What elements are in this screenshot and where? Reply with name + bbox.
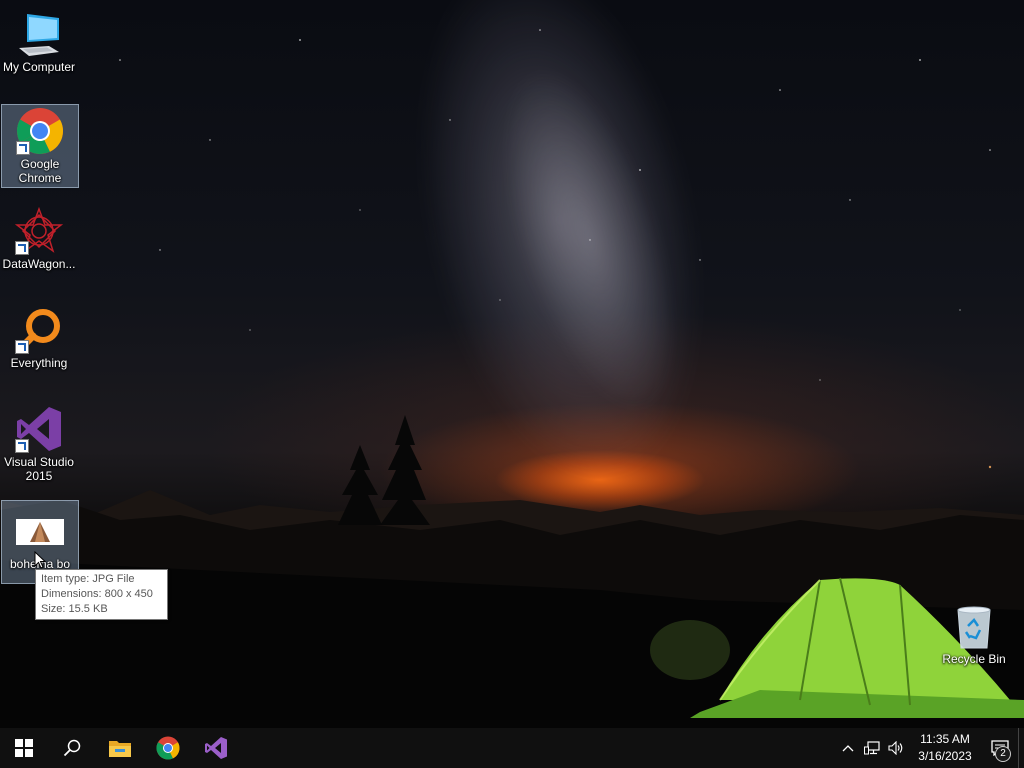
desktop-icon-recycle-bin[interactable]: Recycle Bin [936, 598, 1012, 668]
desktop-icon-label: Everything [10, 356, 68, 370]
network-icon [864, 741, 880, 755]
taskbar-chrome[interactable] [144, 728, 192, 768]
desktop-icon-visual-studio-2015[interactable]: Visual Studio 2015 [1, 401, 77, 485]
desktop-icon-label: Visual Studio 2015 [4, 455, 74, 483]
desktop-icon-label: My Computer [2, 60, 76, 74]
clock[interactable]: 11:35 AM 3/16/2023 [914, 731, 976, 765]
visual-studio-icon [15, 405, 63, 453]
desktop-icon-everything[interactable]: Everything [1, 302, 77, 372]
taskbar-visual-studio[interactable] [192, 728, 240, 768]
search-icon [63, 739, 81, 757]
system-tray: 11:35 AM 3/16/2023 2 [836, 728, 1024, 768]
notification-count-badge: 2 [995, 746, 1011, 762]
shortcut-arrow-icon [15, 340, 29, 354]
mouse-cursor-icon [34, 551, 46, 569]
network-button[interactable] [860, 728, 884, 768]
jpg-thumbnail-icon [16, 519, 64, 545]
desktop-icon-label: DataWagon... [2, 257, 76, 271]
desktop-icon-label: Google Chrome [18, 157, 62, 185]
desktop-icon-google-chrome[interactable]: Google Chrome [1, 104, 79, 188]
start-button[interactable] [0, 728, 48, 768]
shortcut-arrow-icon [16, 141, 30, 155]
file-explorer-icon [109, 741, 131, 757]
everything-search-icon [15, 306, 63, 354]
search-button[interactable] [48, 728, 96, 768]
datawagon-icon [14, 206, 64, 255]
file-info-tooltip: Item type: JPG File Dimensions: 800 x 45… [35, 569, 168, 620]
shortcut-arrow-icon [15, 439, 29, 453]
tooltip-dimensions: Dimensions: 800 x 450 [41, 588, 153, 600]
clock-date: 3/16/2023 [918, 749, 972, 763]
desktop-icon-my-computer[interactable]: My Computer [1, 6, 77, 76]
shortcut-arrow-icon [15, 241, 29, 255]
desktop-icon-datawagon[interactable]: DataWagon... [1, 203, 77, 273]
show-desktop-button[interactable] [1018, 728, 1024, 768]
action-center-button[interactable]: 2 [982, 728, 1018, 768]
visual-studio-icon [205, 737, 227, 759]
taskbar-file-explorer[interactable] [96, 728, 144, 768]
chrome-icon [16, 107, 64, 155]
chevron-up-icon [842, 745, 854, 752]
show-hidden-icons-button[interactable] [836, 728, 860, 768]
desktop-icon-label: Recycle Bin [942, 652, 1006, 666]
taskbar: 11:35 AM 3/16/2023 2 [0, 728, 1024, 768]
clock-time: 11:35 AM [920, 732, 970, 746]
windows-start-icon [15, 739, 33, 757]
speaker-icon [888, 741, 903, 755]
tooltip-size: Size: 15.5 KB [41, 603, 108, 615]
tooltip-item-type: Item type: JPG File [41, 573, 135, 585]
chrome-icon [156, 736, 180, 760]
computer-icon [15, 10, 63, 58]
volume-button[interactable] [884, 728, 908, 768]
recycle-bin-icon [950, 602, 998, 650]
